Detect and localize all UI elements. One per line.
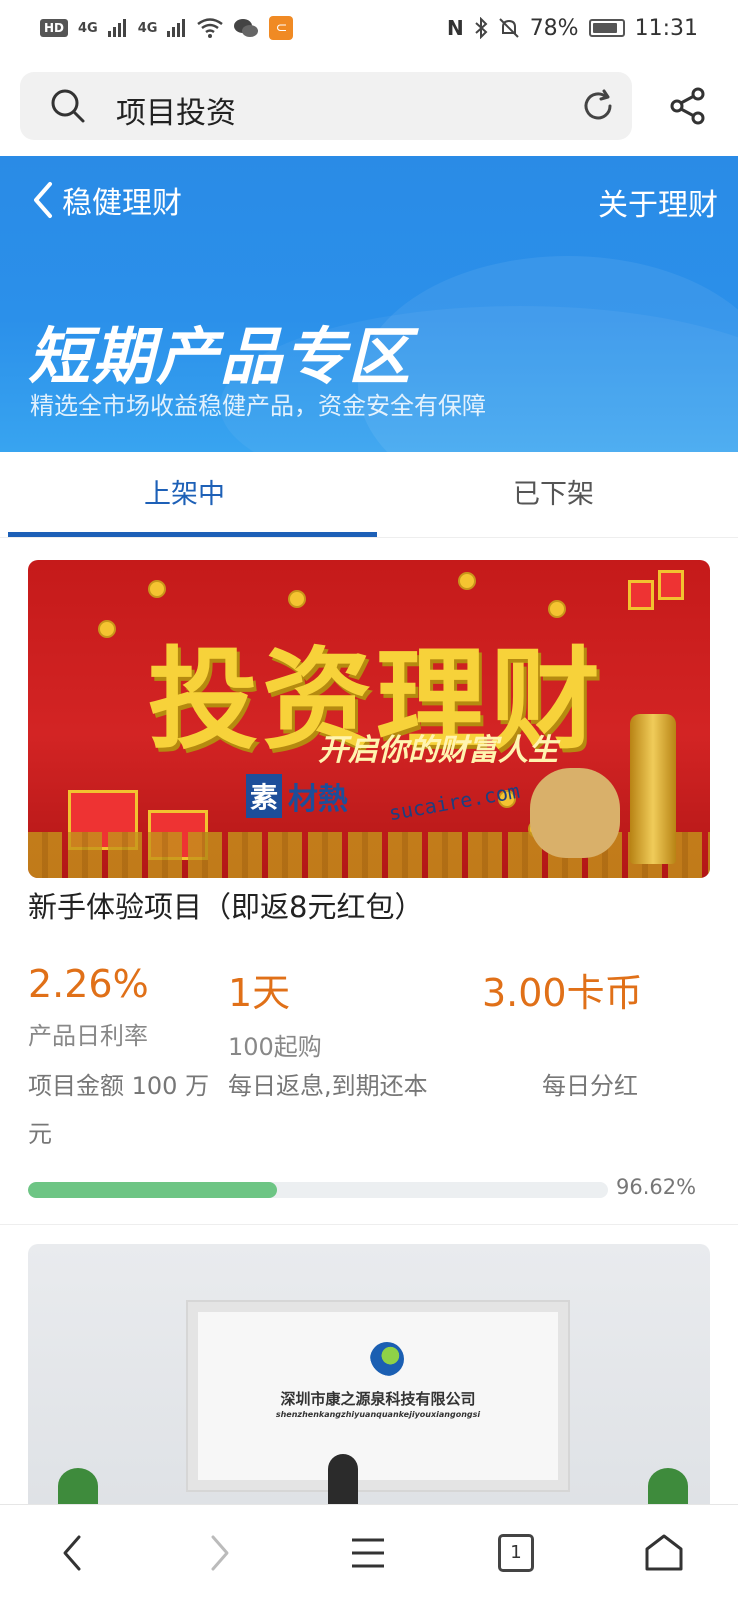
notification-app-icon: ⊂ — [269, 16, 294, 40]
status-left: HD 4G 4G ⊂ — [40, 16, 294, 40]
receptionist-figure — [328, 1454, 358, 1504]
chevron-left-icon — [34, 182, 52, 218]
chevron-right-icon — [211, 1535, 229, 1571]
nav-home-button[interactable] — [636, 1525, 692, 1581]
share-icon[interactable] — [668, 86, 708, 126]
product-1-banner[interactable]: 投资理财 开启你的财富人生 素 材熱 sucaire.com — [28, 560, 710, 878]
bluetooth-icon — [475, 17, 488, 39]
reward-value: 3.00卡币 — [482, 971, 643, 1015]
product-2-banner[interactable]: 深圳市康之源泉科技有限公司 shenzhenkangzhiyuanquankej… — [28, 1244, 710, 1504]
signal-bars-icon — [107, 19, 126, 37]
nav-menu-button[interactable] — [340, 1525, 396, 1581]
page-subtitle: 精选全市场收益稳健产品，资金安全有保障 — [30, 392, 486, 420]
tab-count: 1 — [498, 1534, 534, 1572]
watermark: 素 材熱 — [246, 774, 348, 818]
battery-percent: 78% — [529, 15, 579, 41]
company-name: 深圳市康之源泉科技有限公司 — [280, 1390, 476, 1408]
reward-stat: 3.00卡币 — [482, 962, 643, 1017]
menu-icon — [352, 1538, 384, 1568]
wifi-icon — [197, 18, 224, 38]
term-stat: 1天 100起购 — [228, 962, 322, 1062]
about-finance-link[interactable]: 关于理财 — [598, 180, 718, 224]
progress-percent: 96.62% — [616, 1175, 697, 1199]
term-value: 1天 — [228, 971, 291, 1015]
tab-off-shelf[interactable]: 已下架 — [369, 452, 738, 538]
amount-info: 项目金额 100 万元 — [28, 1072, 210, 1148]
daily-rate-value: 2.26% — [28, 962, 149, 1006]
daily-rate-stat: 2.26% 产品日利率 — [28, 962, 149, 1051]
repay-info: 每日返息,到期还本 — [228, 1072, 428, 1100]
clock: 11:31 — [634, 15, 698, 41]
tab-on-shelf[interactable]: 上架中 — [0, 452, 369, 538]
search-input[interactable]: 项目投资 — [20, 72, 632, 140]
mute-bell-icon — [498, 18, 519, 38]
card-divider — [0, 1224, 738, 1225]
money-bag-icon — [530, 768, 620, 858]
active-tab-indicator — [8, 532, 377, 537]
nav-tabs-button[interactable]: 1 — [488, 1525, 544, 1581]
progress-fill — [28, 1182, 278, 1198]
back-label: 稳健理财 — [62, 186, 182, 221]
page-title: 短期产品专区 — [28, 320, 413, 393]
refresh-icon[interactable] — [580, 88, 616, 124]
signal-2-icon: 4G — [137, 20, 158, 36]
signal-bars-2-icon — [167, 19, 186, 37]
sales-progress-bar — [28, 1182, 608, 1198]
daily-rate-label: 产品日利率 — [28, 1022, 148, 1050]
chess-king-icon — [630, 714, 676, 864]
banner-tagline: 开启你的财富人生 — [318, 733, 558, 768]
wechat-icon — [234, 19, 259, 37]
status-tabs: 上架中 已下架 — [0, 452, 738, 538]
nfc-icon: N — [446, 16, 464, 40]
header-banner: 稳健理财 关于理财 短期产品专区 精选全市场收益稳健产品，资金安全有保障 — [0, 156, 738, 452]
back-button[interactable]: 稳健理财 — [30, 178, 182, 222]
hd-badge: HD — [40, 19, 69, 37]
home-icon — [645, 1534, 683, 1571]
signal-1-icon: 4G — [78, 20, 98, 36]
company-pinyin: shenzhenkangzhiyuanquankejiyouxiangongsi — [275, 1410, 481, 1419]
browser-search-row: 项目投资 — [0, 68, 738, 144]
min-purchase-label: 100起购 — [228, 1033, 322, 1061]
status-right: N 78% 11:31 — [447, 16, 698, 41]
battery-icon — [588, 19, 625, 37]
chevron-left-icon — [63, 1535, 81, 1571]
dividend-info: 每日分红 — [542, 1072, 638, 1100]
company-signwall: 深圳市康之源泉科技有限公司 shenzhenkangzhiyuanquankej… — [188, 1302, 568, 1490]
product-1-title[interactable]: 新手体验项目（即返8元红包） — [28, 884, 423, 926]
nav-forward-button[interactable] — [192, 1525, 248, 1581]
status-bar: HD 4G 4G ⊂ N 78% 11:31 — [0, 0, 738, 56]
search-icon — [51, 89, 85, 123]
search-query-text: 项目投资 — [116, 96, 236, 131]
company-logo-icon — [370, 1342, 404, 1376]
nav-back-button[interactable] — [44, 1525, 100, 1581]
watermark-url: sucaire.com — [386, 778, 522, 826]
browser-bottom-nav: 1 — [0, 1504, 738, 1600]
